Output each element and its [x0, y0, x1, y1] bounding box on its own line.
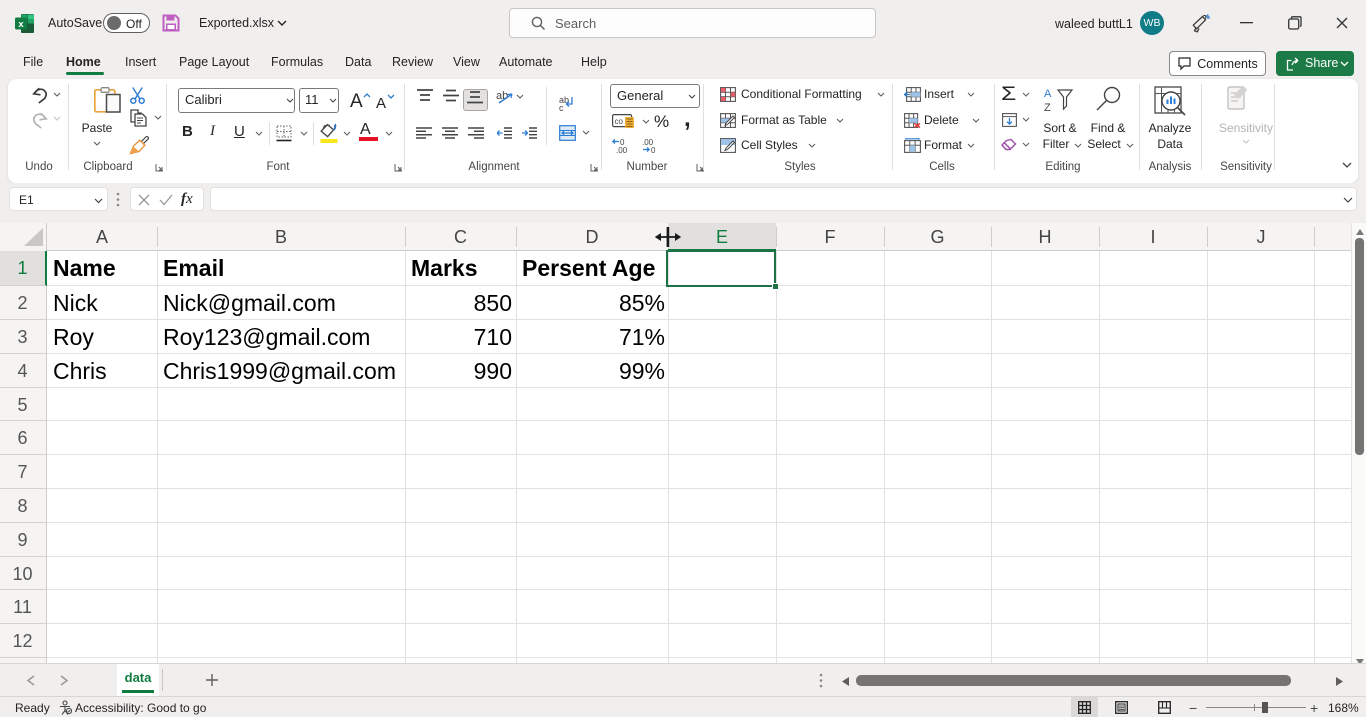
svg-text:c: c [559, 103, 564, 112]
svg-text:A: A [1044, 88, 1052, 100]
svg-text:0: 0 [651, 146, 656, 154]
svg-text:co: co [615, 117, 624, 126]
svg-text:x: x [18, 19, 24, 30]
svg-text:Z: Z [1044, 102, 1051, 114]
svg-text:.00: .00 [616, 146, 628, 154]
